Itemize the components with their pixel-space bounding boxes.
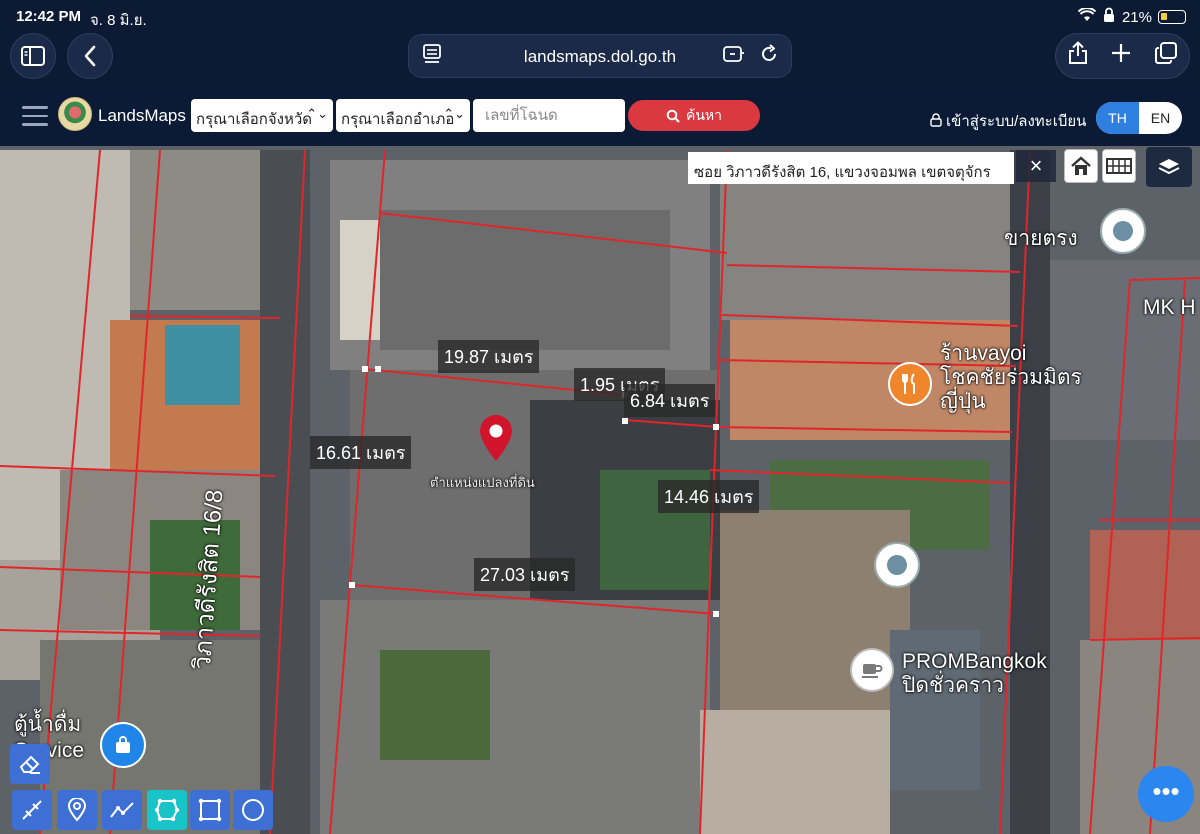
language-toggle: TH EN xyxy=(1096,102,1182,134)
circle-tool-button[interactable] xyxy=(233,790,273,830)
share-icon[interactable] xyxy=(1068,40,1088,72)
poi-restaurant-line1: ร้านvayoi xyxy=(940,342,1027,365)
district-select[interactable]: กรุณาเลือกอำเภอ ⌃⌄ xyxy=(336,99,470,132)
measurement-label: 6.84 เมตร xyxy=(624,384,716,417)
poi-restaurant-line2: โชคชัยร่วมมิตร xyxy=(940,366,1082,389)
poi-direct-sale-label: ขายตรง xyxy=(1004,227,1078,250)
lang-th-button[interactable]: TH xyxy=(1096,102,1139,134)
poi-cafe-line2: ปิดชั่วคราว xyxy=(902,674,1004,697)
ruler-pencil-icon xyxy=(22,800,42,820)
map-pin-icon xyxy=(67,798,87,822)
new-tab-icon[interactable] xyxy=(1111,42,1131,70)
point-tool-button[interactable] xyxy=(57,790,97,830)
status-right: 21% xyxy=(1077,7,1186,27)
district-select-value: กรุณาเลือกอำเภอ xyxy=(341,111,455,128)
browser-actions xyxy=(1055,33,1190,79)
chevron-updown-icon: ⌃⌄ xyxy=(306,106,328,121)
measure-tool-button[interactable] xyxy=(12,790,52,830)
app-header: LandsMaps กรุณาเลือกจังหวัด ⌃⌄ กรุณาเลือ… xyxy=(0,88,1200,146)
eraser-tool-button[interactable] xyxy=(10,744,50,784)
dol-logo xyxy=(58,97,92,131)
battery-icon xyxy=(1158,10,1186,24)
grid-button[interactable] xyxy=(1102,149,1136,183)
cafe-icon[interactable] xyxy=(850,648,894,692)
extension-icon[interactable] xyxy=(723,44,745,70)
hamburger-menu-icon[interactable] xyxy=(22,106,48,132)
poi-mk-label: MK H xyxy=(1143,296,1196,319)
login-label: เข้าสู่ระบบ/ลงทะเบียน xyxy=(946,113,1087,130)
measurement-label: 16.61 เมตร xyxy=(310,436,412,469)
poi-water-line1: ตู้น้ำดื่ม xyxy=(14,713,82,736)
poi-marker-icon[interactable] xyxy=(874,542,920,588)
poi-cafe-label: PROMBangkok ปิดชั่วคราว xyxy=(902,650,1047,698)
home-icon xyxy=(1071,156,1091,175)
back-button[interactable] xyxy=(67,33,113,79)
deed-number-input[interactable] xyxy=(473,99,625,132)
chevron-updown-icon: ⌃⌄ xyxy=(443,106,465,121)
measurement-label: 14.46 เมตร xyxy=(658,480,760,513)
wifi-icon xyxy=(1077,7,1097,26)
polyline-tool-button[interactable] xyxy=(102,790,142,830)
measurement-label: 19.87 เมตร xyxy=(438,340,540,373)
layers-button[interactable] xyxy=(1146,147,1192,187)
map-view[interactable]: 19.87 เมตร 1.95 เมตร 6.84 เมตร 16.61 เมต… xyxy=(0,146,1200,834)
browser-toolbar: landsmaps.dol.go.th xyxy=(0,30,1200,88)
poi-marker-icon[interactable] xyxy=(1100,208,1146,254)
login-link[interactable]: เข้าสู่ระบบ/ลงทะเบียน xyxy=(930,109,1086,133)
polyline-icon xyxy=(110,802,134,818)
address-search-result[interactable]: ซอย วิภาวดีรังสิต 16, แขวงจอมพล เขตจตุจั… xyxy=(688,152,1014,184)
status-bar: 12:42 PM จ. 8 มิ.ย. 21% xyxy=(0,0,1200,30)
search-button[interactable]: ค้นหา xyxy=(628,100,760,131)
reload-icon[interactable] xyxy=(759,44,779,70)
chevron-left-icon xyxy=(84,45,96,67)
location-pin-icon[interactable] xyxy=(478,414,514,467)
tabs-icon[interactable] xyxy=(1155,41,1178,71)
lang-en-button[interactable]: EN xyxy=(1139,102,1182,134)
search-button-label: ค้นหา xyxy=(685,106,723,123)
polygon-icon xyxy=(154,798,180,822)
sidebar-toggle-button[interactable] xyxy=(10,33,56,79)
province-select-value: กรุณาเลือกจังหวัด xyxy=(196,111,313,128)
measurement-label: 27.03 เมตร xyxy=(474,558,576,591)
rectangle-icon xyxy=(198,798,222,822)
poi-cafe-line1: PROMBangkok xyxy=(902,650,1047,673)
shopping-bag-icon[interactable] xyxy=(100,722,146,768)
address-bar[interactable]: landsmaps.dol.go.th xyxy=(408,34,792,78)
status-time: 12:42 PM xyxy=(16,8,82,25)
eraser-icon xyxy=(19,755,40,774)
layers-icon xyxy=(1158,159,1180,175)
province-select[interactable]: กรุณาเลือกจังหวัด ⌃⌄ xyxy=(191,99,333,132)
lock-rotation-icon xyxy=(1102,7,1116,27)
lock-icon xyxy=(930,113,942,127)
restaurant-icon[interactable] xyxy=(888,362,932,406)
grid-icon xyxy=(1106,158,1132,174)
close-icon[interactable]: × xyxy=(1016,150,1056,182)
rectangle-tool-button[interactable] xyxy=(190,790,230,830)
more-options-button[interactable]: ••• xyxy=(1138,766,1194,822)
brand-title: LandsMaps xyxy=(98,106,186,125)
sidebar-icon xyxy=(21,46,45,66)
home-button[interactable] xyxy=(1064,149,1098,183)
circle-icon xyxy=(242,799,264,821)
poi-restaurant-line3: ญี่ปุ่น xyxy=(940,390,986,413)
search-icon xyxy=(666,109,680,123)
status-date: จ. 8 มิ.ย. xyxy=(90,12,147,29)
battery-percent: 21% xyxy=(1121,8,1152,26)
polygon-tool-button[interactable] xyxy=(147,790,187,830)
parcel-location-label: ตำแหน่งแปลงที่ดิน xyxy=(430,475,535,490)
poi-restaurant-label: ร้านvayoi โชคชัยร่วมมิตร ญี่ปุ่น xyxy=(940,342,1082,414)
